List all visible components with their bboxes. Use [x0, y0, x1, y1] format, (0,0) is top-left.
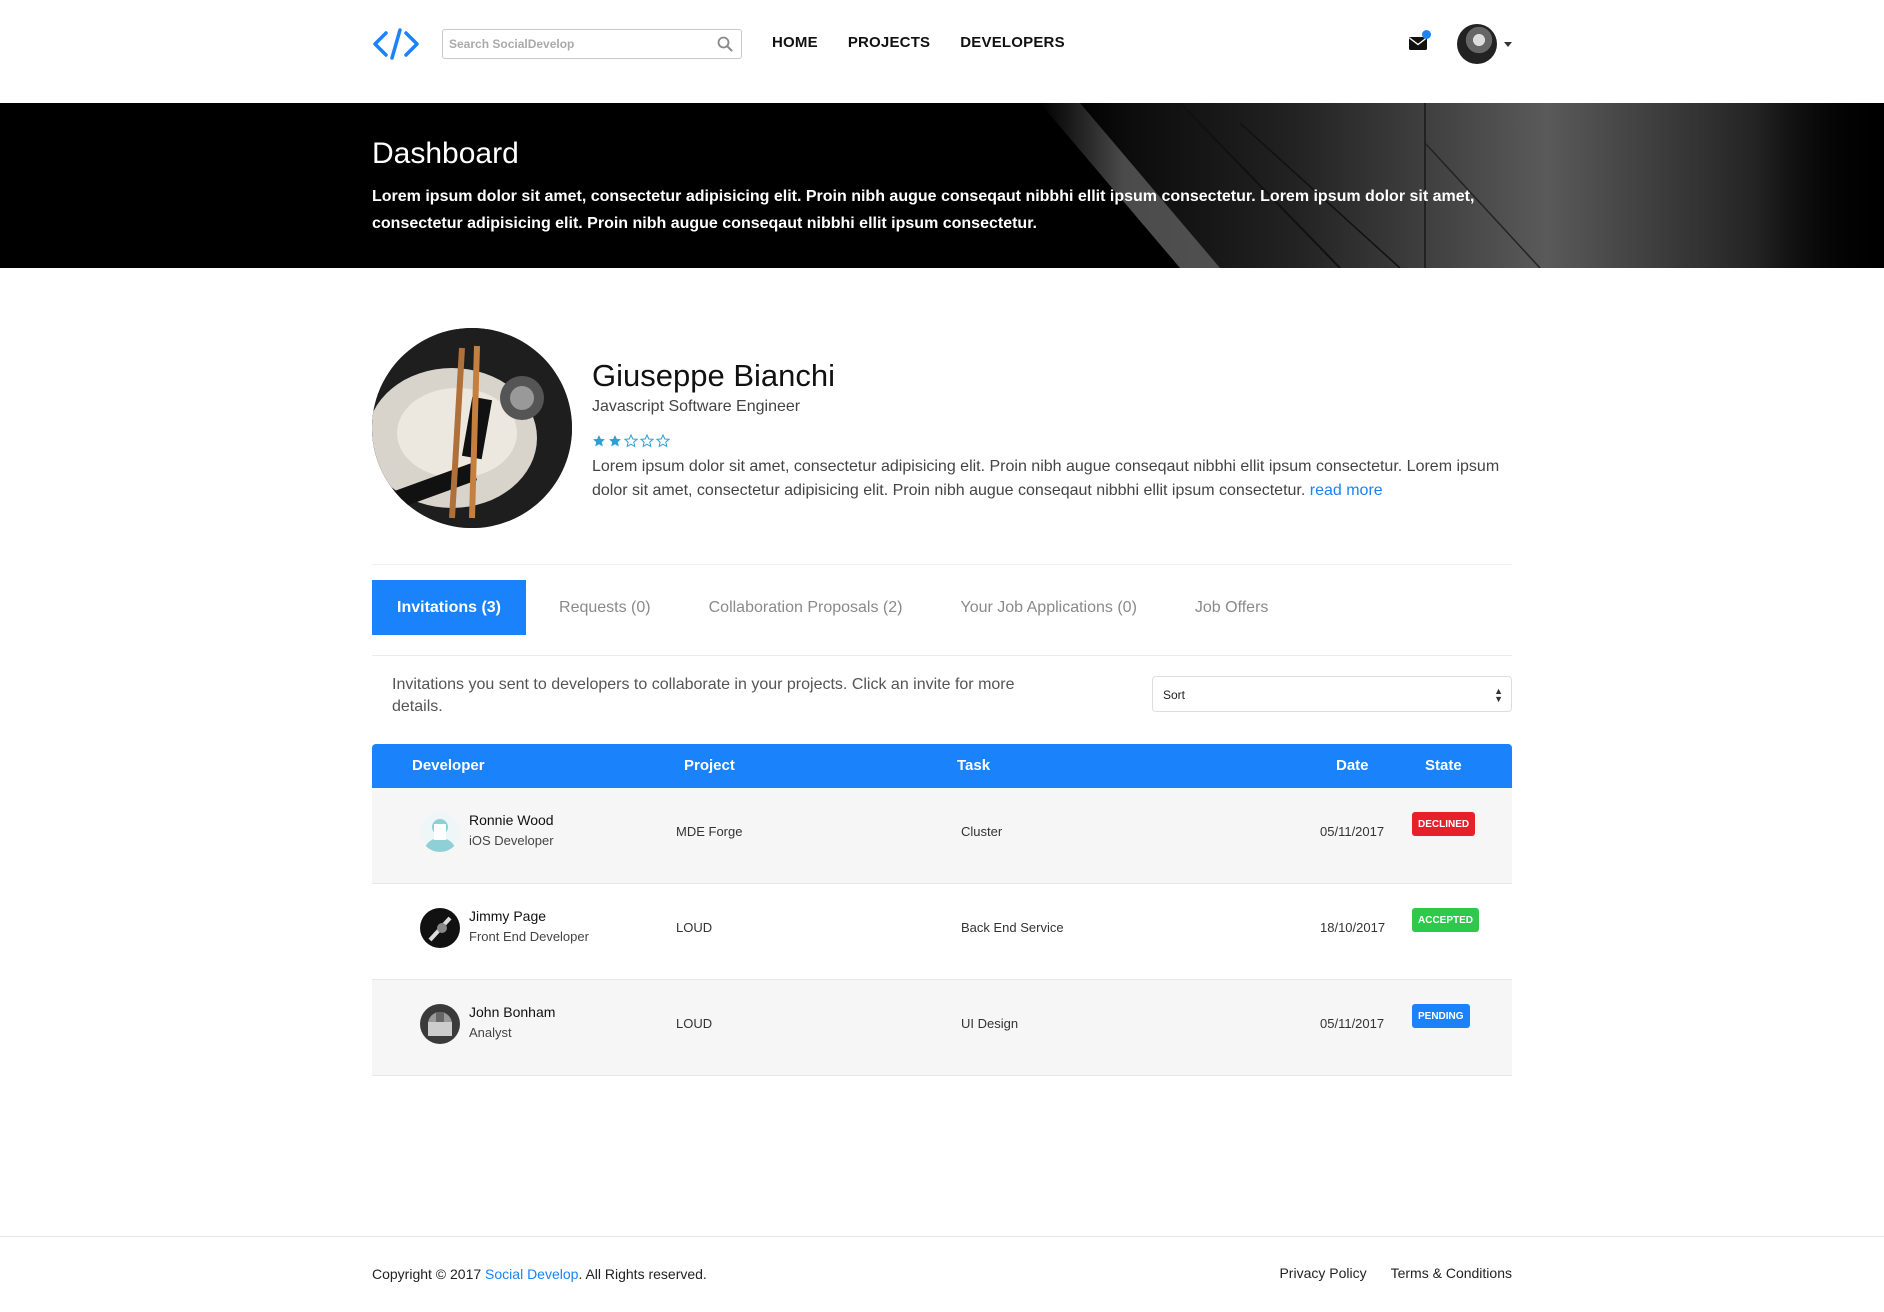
status-badge: DECLINED — [1412, 812, 1476, 836]
developer-avatar — [420, 1004, 460, 1044]
privacy-policy-link[interactable]: Privacy Policy — [1279, 1265, 1366, 1281]
project-cell: MDE Forge — [676, 824, 743, 839]
developer-avatar — [420, 908, 460, 948]
column-header-project: Project — [684, 757, 735, 774]
terms-conditions-link[interactable]: Terms & Conditions — [1391, 1265, 1512, 1281]
project-cell: LOUD — [676, 920, 713, 935]
tab-job-offers[interactable]: Job Offers — [1170, 580, 1294, 635]
profile-role: Javascript Software Engineer — [592, 398, 801, 415]
nav-developers[interactable]: DEVELOPERS — [960, 34, 1065, 51]
tab-requests[interactable]: Requests (0) — [534, 580, 676, 635]
rating-stars — [592, 434, 670, 448]
task-cell: UI Design — [961, 1016, 1019, 1031]
column-header-date: Date — [1336, 757, 1369, 774]
column-header-developer: Developer — [412, 757, 485, 774]
status-badge: PENDING — [1412, 1004, 1470, 1028]
select-arrows-icon: ▲ ▼ — [1494, 686, 1503, 704]
developer-role: Front End Developer — [469, 929, 589, 944]
copyright-prefix: Copyright © 2017 — [372, 1266, 486, 1282]
notification-dot — [1422, 30, 1431, 39]
page-title: Dashboard — [372, 137, 519, 170]
read-more-link[interactable]: read more — [1310, 482, 1383, 499]
footer-links: Privacy Policy Terms & Conditions — [1279, 1265, 1512, 1281]
column-header-state: State — [1425, 757, 1462, 774]
code-logo-icon[interactable] — [372, 27, 420, 61]
sort-selected-value: Sort — [1163, 688, 1186, 702]
tab-invitations[interactable]: Invitations (3) — [372, 580, 527, 635]
star-icon — [593, 435, 605, 447]
task-cell: Back End Service — [961, 920, 1064, 935]
developer-avatar — [420, 812, 460, 852]
tab-job-applications[interactable]: Your Job Applications (0) — [935, 580, 1161, 635]
column-header-task: Task — [957, 757, 991, 774]
profile-name: Giuseppe Bianchi — [592, 358, 835, 393]
date-cell: 18/10/2017 — [1320, 920, 1386, 935]
nav-projects[interactable]: PROJECTS — [848, 34, 930, 51]
footer-divider — [0, 1236, 1884, 1237]
star-icon — [656, 434, 670, 448]
project-cell: LOUD — [676, 1016, 713, 1031]
search-icon[interactable] — [717, 36, 733, 52]
developer-name: John Bonham — [469, 1004, 556, 1020]
dashboard-banner: Dashboard Lorem ipsum dolor sit amet, co… — [0, 103, 1884, 268]
profile-avatar — [372, 328, 572, 528]
developer-name: Ronnie Wood — [469, 812, 554, 828]
copyright: Copyright © 2017 Social Develop. All Rig… — [372, 1266, 707, 1282]
developer-role: iOS Developer — [469, 833, 554, 848]
search-box — [442, 29, 742, 59]
main-nav: HOME PROJECTS DEVELOPERS — [772, 34, 1065, 51]
banner-text: Lorem ipsum dolor sit amet, consectetur … — [372, 188, 1475, 232]
divider — [372, 655, 1512, 656]
tab-description: Invitations you sent to developers to co… — [392, 676, 1015, 715]
dashboard-tabs: Invitations (3) Requests (0) Collaborati… — [372, 580, 1301, 635]
brand-link[interactable]: Social Develop — [485, 1266, 578, 1282]
nav-home[interactable]: HOME — [772, 34, 818, 51]
task-cell: Cluster — [961, 824, 1003, 839]
table-row[interactable]: Ronnie Wood iOS Developer MDE Forge Clus… — [372, 788, 1512, 884]
star-icon — [609, 435, 621, 447]
user-avatar[interactable] — [1457, 24, 1497, 64]
top-navbar: HOME PROJECTS DEVELOPERS — [0, 0, 1884, 103]
caret-down-icon[interactable] — [1504, 42, 1512, 47]
profile-bio: Lorem ipsum dolor sit amet, consectetur … — [592, 455, 1512, 503]
star-icon — [640, 434, 654, 448]
date-cell: 05/11/2017 — [1320, 1016, 1385, 1031]
divider — [372, 564, 1512, 565]
table-header: Developer Project Task Date State — [372, 744, 1512, 788]
tab-collaboration-proposals[interactable]: Collaboration Proposals (2) — [684, 580, 928, 635]
table-row[interactable]: John Bonham Analyst LOUD UI Design 05/11… — [372, 980, 1512, 1076]
date-cell: 05/11/2017 — [1320, 824, 1385, 839]
developer-name: Jimmy Page — [469, 908, 547, 924]
table-row[interactable]: Jimmy Page Front End Developer LOUD Back… — [372, 884, 1512, 980]
developer-role: Analyst — [469, 1025, 512, 1040]
star-icon — [624, 434, 638, 448]
sort-select[interactable]: Sort ▲ ▼ — [1152, 676, 1512, 712]
messages-button[interactable] — [1408, 30, 1431, 54]
status-badge: ACCEPTED — [1412, 908, 1480, 932]
copyright-suffix: . All Rights reserved. — [578, 1266, 707, 1282]
search-input[interactable] — [443, 30, 703, 58]
